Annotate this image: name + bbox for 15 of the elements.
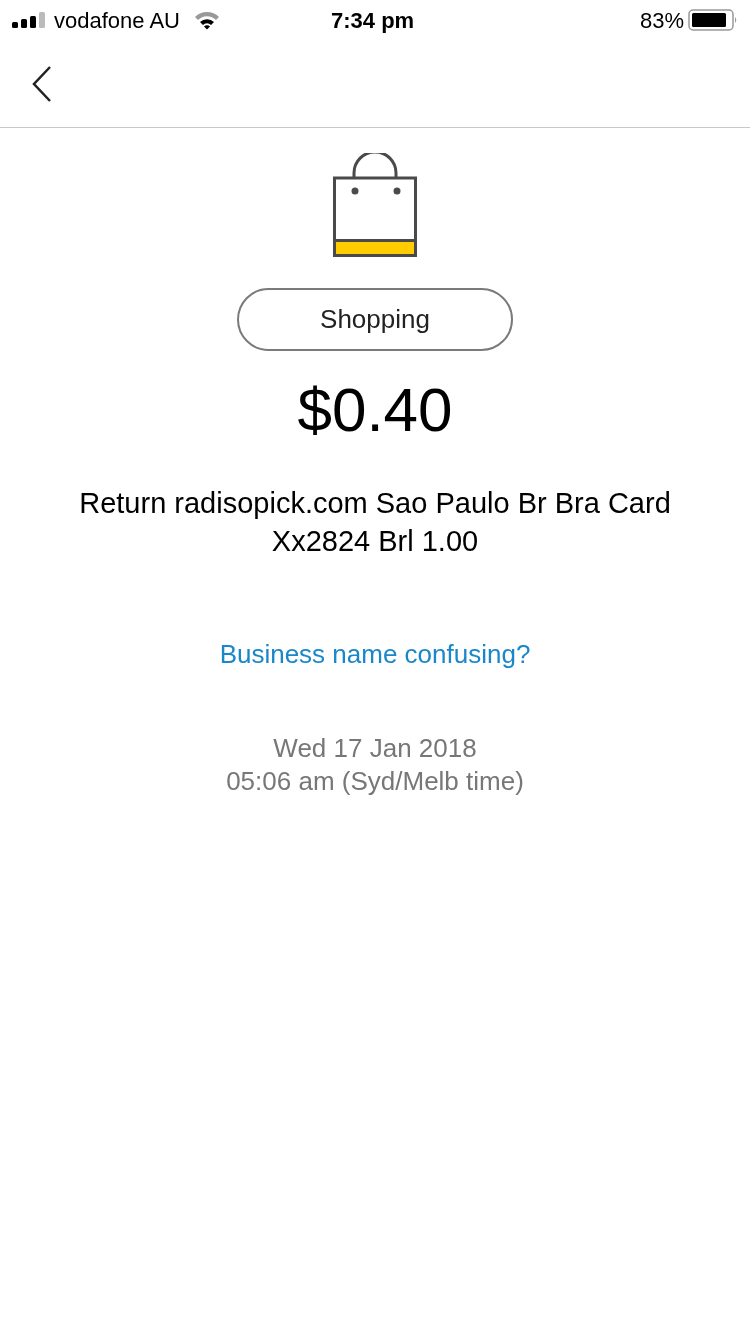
transaction-time: 05:06 am (Syd/Melb time) [226, 765, 524, 798]
category-tag: Shopping [237, 288, 513, 351]
battery-percent: 83% [639, 6, 684, 35]
wifi-icon [194, 10, 220, 30]
battery-icon [688, 9, 738, 31]
back-icon [30, 64, 54, 103]
help-link[interactable]: Business name confusing? [219, 635, 531, 674]
back-button[interactable] [30, 64, 54, 103]
signal-icon [12, 12, 48, 28]
transaction-description: Return radisopick.com Sao Paulo Br Bra Card Xx2824 Brl 1.00 [78, 486, 672, 559]
carrier-name: vodafone AU [54, 6, 180, 35]
amount: $0.40 [297, 379, 453, 441]
shopping-bag-icon [333, 153, 417, 257]
transaction-date: Wed 17 Jan 2018 [273, 732, 477, 765]
status-time: 7:34 pm [331, 6, 415, 35]
